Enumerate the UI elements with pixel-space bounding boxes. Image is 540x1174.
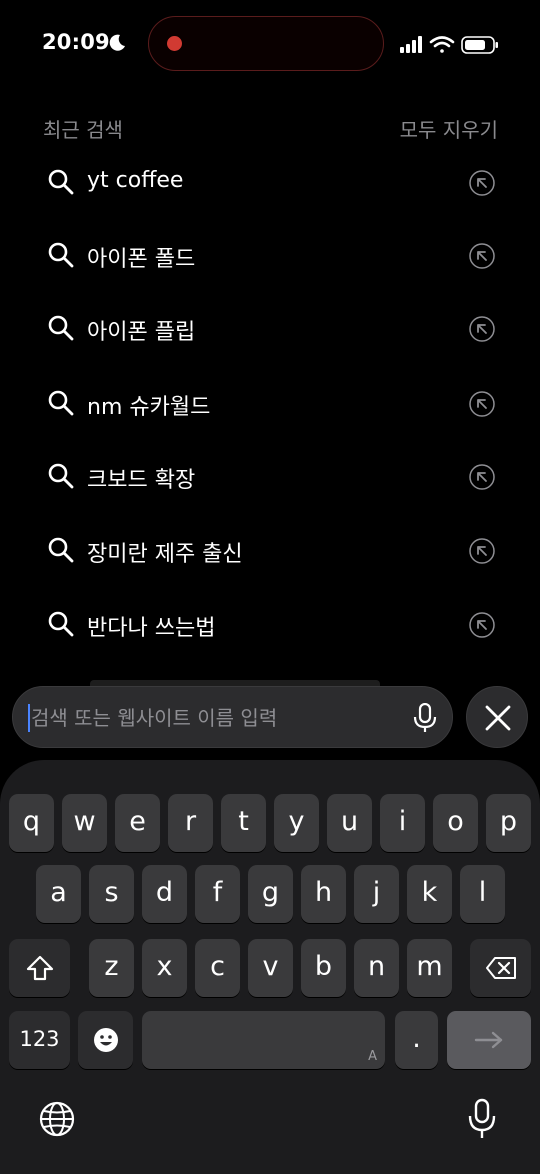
- list-item[interactable]: yt coffee: [0, 146, 540, 219]
- key-p[interactable]: p: [486, 794, 531, 852]
- period-key[interactable]: .: [395, 1011, 438, 1069]
- key-c[interactable]: c: [195, 939, 240, 997]
- arrow-right-icon: [474, 1031, 503, 1049]
- arrow-up-left-icon[interactable]: [468, 315, 496, 343]
- status-icons: [400, 36, 498, 54]
- list-item-label: 아이폰 플립: [87, 320, 196, 345]
- emoji-key[interactable]: [78, 1011, 133, 1069]
- space-key-hint: A: [368, 1049, 377, 1064]
- status-bar: 20:09: [0, 0, 540, 90]
- arrow-up-left-icon[interactable]: [468, 537, 496, 565]
- key-n[interactable]: n: [354, 939, 399, 997]
- search-input[interactable]: [31, 701, 401, 735]
- key-q[interactable]: q: [9, 794, 54, 852]
- space-key[interactable]: A: [142, 1011, 385, 1069]
- key-i[interactable]: i: [380, 794, 425, 852]
- numbers-key[interactable]: 123: [9, 1011, 70, 1069]
- status-time: 20:09: [42, 30, 110, 54]
- list-item[interactable]: 장미란 제주 출신: [0, 514, 540, 587]
- key-j[interactable]: j: [354, 865, 399, 923]
- recent-searches-header: 최근 검색 모두 지우기: [43, 114, 498, 143]
- list-item[interactable]: nm 슈카월드: [0, 367, 540, 440]
- shift-key[interactable]: [9, 939, 70, 997]
- emoji-icon: [93, 1028, 118, 1052]
- search-icon: [48, 611, 74, 637]
- search-icon: [48, 315, 74, 341]
- key-z[interactable]: z: [89, 939, 134, 997]
- microphone-icon[interactable]: [468, 1098, 496, 1140]
- arrow-up-left-icon[interactable]: [468, 169, 496, 197]
- dynamic-island: [148, 16, 384, 71]
- list-item[interactable]: 아이폰 플립: [0, 292, 540, 365]
- cellular-signal-icon: [400, 36, 422, 53]
- list-item-label: 장미란 제주 출신: [87, 542, 243, 567]
- key-x[interactable]: x: [142, 939, 187, 997]
- list-item-label: nm 슈카월드: [87, 395, 211, 420]
- key-g[interactable]: g: [248, 865, 293, 923]
- backspace-key[interactable]: [470, 939, 531, 997]
- moon-icon: [109, 34, 125, 51]
- list-item[interactable]: 아이폰 폴드: [0, 219, 540, 292]
- key-u[interactable]: u: [327, 794, 372, 852]
- key-w[interactable]: w: [62, 794, 107, 852]
- backspace-icon: [485, 957, 516, 979]
- key-e[interactable]: e: [115, 794, 160, 852]
- key-m[interactable]: m: [407, 939, 452, 997]
- list-item[interactable]: 반다나 쓰는법: [0, 588, 540, 661]
- search-icon: [48, 463, 74, 489]
- key-k[interactable]: k: [407, 865, 452, 923]
- key-h[interactable]: h: [301, 865, 346, 923]
- key-t[interactable]: t: [221, 794, 266, 852]
- clear-all-button[interactable]: 모두 지우기: [400, 114, 498, 143]
- arrow-up-left-icon[interactable]: [468, 242, 496, 270]
- battery-icon: [461, 36, 498, 54]
- recent-searches-title: 최근 검색: [43, 118, 123, 142]
- arrow-up-left-icon[interactable]: [468, 390, 496, 418]
- close-icon: [485, 705, 511, 731]
- list-item-label: 크보드 확장: [87, 468, 196, 493]
- list-item[interactable]: 크보드 확장: [0, 440, 540, 513]
- key-b[interactable]: b: [301, 939, 346, 997]
- search-bar[interactable]: [12, 686, 453, 748]
- search-icon: [48, 537, 74, 563]
- key-d[interactable]: d: [142, 865, 187, 923]
- text-caret: [28, 704, 30, 732]
- list-item-label: 아이폰 폴드: [87, 247, 196, 272]
- arrow-up-left-icon[interactable]: [468, 611, 496, 639]
- key-f[interactable]: f: [195, 865, 240, 923]
- key-r[interactable]: r: [168, 794, 213, 852]
- search-icon: [48, 169, 74, 195]
- recording-indicator: [167, 36, 182, 51]
- microphone-icon[interactable]: [413, 703, 437, 733]
- key-s[interactable]: s: [89, 865, 134, 923]
- close-search-button[interactable]: [466, 686, 528, 748]
- search-icon: [48, 242, 74, 268]
- globe-icon[interactable]: [38, 1100, 76, 1138]
- arrow-up-left-icon[interactable]: [468, 463, 496, 491]
- key-o[interactable]: o: [433, 794, 478, 852]
- wifi-icon: [429, 36, 455, 53]
- list-item-label: yt coffee: [87, 168, 184, 193]
- shift-icon: [26, 955, 53, 981]
- key-l[interactable]: l: [460, 865, 505, 923]
- key-y[interactable]: y: [274, 794, 319, 852]
- keyboard: q w e r t y u i o p a s d f g h j k l z …: [0, 760, 540, 1174]
- search-icon: [48, 390, 74, 416]
- key-a[interactable]: a: [36, 865, 81, 923]
- key-v[interactable]: v: [248, 939, 293, 997]
- list-item-label: 반다나 쓰는법: [87, 616, 216, 641]
- go-key[interactable]: [447, 1011, 531, 1069]
